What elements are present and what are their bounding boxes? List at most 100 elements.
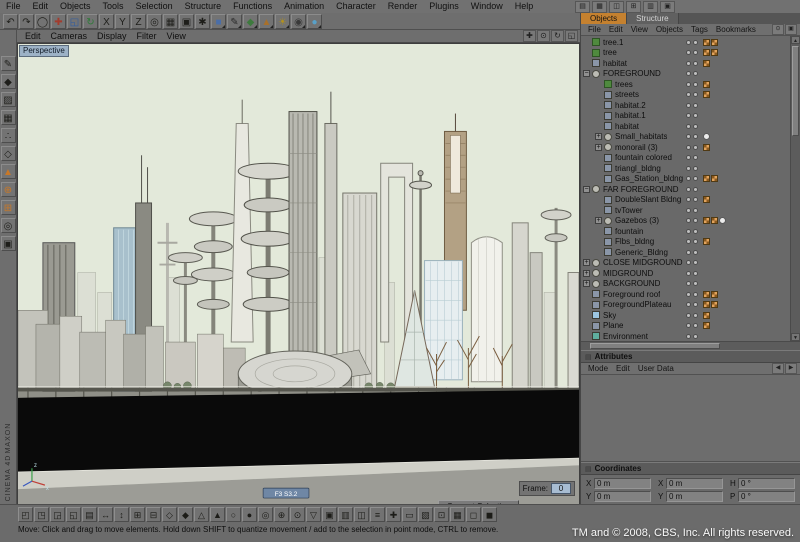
viewport-menu-item[interactable]: Display: [92, 30, 132, 42]
toolbar-icon-add-generator[interactable]: ◆: [243, 14, 258, 29]
texture-tag-icon[interactable]: [703, 39, 710, 46]
modeling-tool-icon[interactable]: ◱: [66, 507, 81, 522]
object-row[interactable]: + MIDGROUND: [581, 268, 791, 279]
texture-tag-icon[interactable]: [711, 291, 718, 298]
menubar-item[interactable]: Tools: [97, 0, 130, 13]
viewport-canvas[interactable]: z x F3 S3.2 Perspective Frame: 0: [17, 43, 580, 505]
toolbar-icon-undo[interactable]: ↶: [3, 14, 18, 29]
scrollbar-thumb[interactable]: [792, 46, 799, 136]
object-row[interactable]: + Small_habitats: [581, 132, 791, 143]
layout-icon-layout-4[interactable]: ⊞: [626, 1, 641, 13]
menubar-item[interactable]: Help: [509, 0, 540, 13]
mode-icon-texture-axis-mode[interactable]: ⊞: [1, 200, 16, 215]
texture-tag-icon[interactable]: [703, 81, 710, 88]
mode-icon-texture-mode[interactable]: ▨: [1, 92, 16, 107]
texture-tag-icon[interactable]: [703, 144, 710, 151]
texture-tag-icon[interactable]: [703, 175, 710, 182]
modeling-tool-icon[interactable]: △: [194, 507, 209, 522]
visibility-dots-icon[interactable]: [686, 124, 698, 129]
menubar-item[interactable]: Character: [330, 0, 382, 13]
viewport-menu-item[interactable]: Edit: [20, 30, 46, 42]
modeling-tool-icon[interactable]: ◲: [50, 507, 65, 522]
expand-toggle-icon[interactable]: [595, 175, 602, 182]
nav-icon-history-forward[interactable]: ▶: [785, 363, 797, 374]
object-row[interactable]: + Gazebos (3): [581, 216, 791, 227]
toolbar-icon-x-axis-lock[interactable]: X: [99, 14, 114, 29]
toolbar-icon-y-axis-lock[interactable]: Y: [115, 14, 130, 29]
object-manager-menu-item[interactable]: Bookmarks: [712, 24, 760, 35]
object-manager-menu-item[interactable]: Objects: [652, 24, 687, 35]
expand-toggle-icon[interactable]: [595, 112, 602, 119]
modeling-tool-icon[interactable]: ▦: [450, 507, 465, 522]
texture-tag-icon[interactable]: [703, 238, 710, 245]
visibility-dots-icon[interactable]: [686, 71, 698, 76]
visibility-dots-icon[interactable]: [686, 281, 698, 286]
expand-toggle-icon[interactable]: [583, 301, 590, 308]
visibility-dots-icon[interactable]: [686, 176, 698, 181]
visibility-dots-icon[interactable]: [686, 260, 698, 265]
modeling-tool-icon[interactable]: ◻: [466, 507, 481, 522]
object-row[interactable]: Gas_Station_bldng: [581, 174, 791, 185]
visibility-dots-icon[interactable]: [686, 250, 698, 255]
visibility-dots-icon[interactable]: [686, 323, 698, 328]
expand-toggle-icon[interactable]: −: [583, 186, 590, 193]
expand-toggle-icon[interactable]: [595, 91, 602, 98]
modeling-tool-icon[interactable]: ◳: [34, 507, 49, 522]
object-row[interactable]: triangl_bldng: [581, 163, 791, 174]
object-row[interactable]: ForegroundPlateau: [581, 300, 791, 311]
modeling-tool-icon[interactable]: ⊙: [290, 507, 305, 522]
visibility-dots-icon[interactable]: [686, 134, 698, 139]
coordinate-input[interactable]: 0 m: [666, 491, 723, 502]
texture-tag-icon[interactable]: [711, 49, 718, 56]
expand-toggle-icon[interactable]: +: [583, 259, 590, 266]
attributes-menu-item[interactable]: User Data: [634, 363, 678, 374]
visibility-dots-icon[interactable]: [686, 145, 698, 150]
object-row[interactable]: Plane: [581, 321, 791, 332]
expand-toggle-icon[interactable]: [595, 81, 602, 88]
object-row[interactable]: + monorail (3): [581, 142, 791, 153]
expand-toggle-icon[interactable]: −: [583, 70, 590, 77]
toolbar-icon-z-axis-lock[interactable]: Z: [131, 14, 146, 29]
toolbar-icon-add-environment[interactable]: ●: [307, 14, 322, 29]
mode-icon-polygons-mode[interactable]: ▲: [1, 164, 16, 179]
layout-icon-layout-3[interactable]: ◫: [609, 1, 624, 13]
menubar-item[interactable]: Objects: [54, 0, 97, 13]
expand-toggle-icon[interactable]: [595, 123, 602, 130]
toolbar-icon-add-spline[interactable]: ✎: [227, 14, 242, 29]
modeling-tool-icon[interactable]: ▤: [82, 507, 97, 522]
expand-toggle-icon[interactable]: [595, 249, 602, 256]
coordinate-input[interactable]: 0 °: [738, 491, 795, 502]
modeling-tool-icon[interactable]: ≡: [370, 507, 385, 522]
expand-toggle-icon[interactable]: [583, 291, 590, 298]
menubar-item[interactable]: Functions: [227, 0, 278, 13]
nav-icon-history-back[interactable]: ◀: [772, 363, 784, 374]
object-row[interactable]: fountain: [581, 226, 791, 237]
texture-tag-icon[interactable]: [703, 291, 710, 298]
texture-tag-icon[interactable]: [711, 39, 718, 46]
modeling-tool-icon[interactable]: ◼: [482, 507, 497, 522]
object-row[interactable]: − FAR FOREGROUND: [581, 184, 791, 195]
object-row[interactable]: tvTower: [581, 205, 791, 216]
texture-tag-icon[interactable]: [703, 217, 710, 224]
expand-toggle-icon[interactable]: [595, 196, 602, 203]
mode-icon-workplane-mode[interactable]: ▦: [1, 110, 16, 125]
modeling-tool-icon[interactable]: ◇: [162, 507, 177, 522]
attributes-menu-item[interactable]: Edit: [612, 363, 634, 374]
object-row[interactable]: habitat.1: [581, 111, 791, 122]
viewport-menu-item[interactable]: Filter: [132, 30, 162, 42]
object-manager-menu-item[interactable]: Tags: [687, 24, 712, 35]
expand-toggle-icon[interactable]: [595, 207, 602, 214]
modeling-tool-icon[interactable]: ↔: [98, 507, 113, 522]
object-row[interactable]: Foreground roof: [581, 289, 791, 300]
toolbar-icon-render-view[interactable]: ▦: [163, 14, 178, 29]
toolbar-icon-render-picture-viewer[interactable]: ▣: [179, 14, 194, 29]
modeling-tool-icon[interactable]: ▲: [210, 507, 225, 522]
attributes-menu-item[interactable]: Mode: [584, 363, 612, 374]
toolbar-icon-add-cube[interactable]: ■: [211, 14, 226, 29]
object-row[interactable]: tree: [581, 48, 791, 59]
coordinate-input[interactable]: 0 m: [666, 478, 723, 489]
object-row[interactable]: fountain colored: [581, 153, 791, 164]
toolbar-icon-add-modifier[interactable]: ▲: [259, 14, 274, 29]
coordinate-input[interactable]: 0 m: [594, 491, 651, 502]
object-row[interactable]: tree.1: [581, 37, 791, 48]
